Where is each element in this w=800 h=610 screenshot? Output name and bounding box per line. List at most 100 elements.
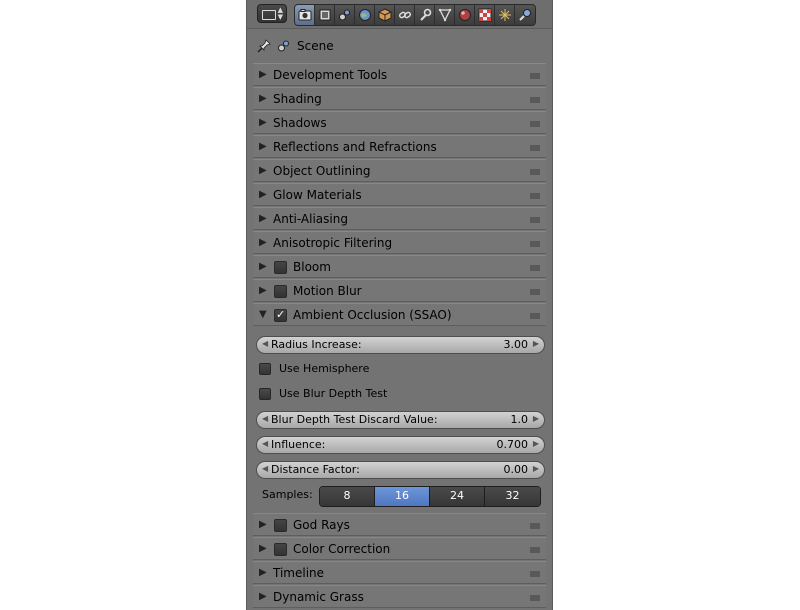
- panel-bloom[interactable]: ▶ Bloom: [253, 255, 546, 278]
- constraints-icon: [398, 11, 411, 19]
- ssao-enable-checkbox[interactable]: ✓: [274, 308, 287, 322]
- use-blur-depth-test-checkbox[interactable]: [259, 388, 271, 400]
- expand-arrow-icon: ▶: [259, 69, 267, 80]
- drag-handle-icon[interactable]: [530, 289, 540, 295]
- object-icon: [378, 8, 391, 22]
- drag-handle-icon[interactable]: [530, 547, 540, 553]
- data-icon: [438, 8, 451, 22]
- use-hemisphere-checkbox[interactable]: [259, 363, 271, 375]
- panel-reflections-refractions[interactable]: ▶ Reflections and Refractions: [253, 135, 546, 158]
- tab-data[interactable]: [435, 5, 455, 25]
- panel-label: Reflections and Refractions: [273, 140, 437, 154]
- panel-label: Bloom: [293, 260, 331, 274]
- editor-type-button[interactable]: ▲ ▼: [257, 4, 287, 23]
- increment-arrow-icon[interactable]: ▶: [533, 339, 539, 348]
- tab-render[interactable]: [295, 5, 315, 25]
- expand-arrow-icon: ▶: [259, 285, 267, 296]
- drag-handle-icon[interactable]: [530, 169, 540, 175]
- pin-icon[interactable]: [257, 39, 271, 53]
- panel-shading[interactable]: ▶ Shading: [253, 87, 546, 110]
- panel-glow-materials[interactable]: ▶ Glow Materials: [253, 183, 546, 206]
- drag-handle-icon[interactable]: [530, 97, 540, 103]
- samples-option-16[interactable]: 16: [375, 487, 430, 506]
- decrement-arrow-icon[interactable]: ◀: [262, 439, 268, 448]
- panel-label: Shading: [273, 92, 322, 106]
- drag-handle-icon[interactable]: [530, 217, 540, 223]
- drag-handle-icon[interactable]: [530, 595, 540, 601]
- increment-arrow-icon[interactable]: ▶: [533, 414, 539, 423]
- panel-label: Timeline: [273, 566, 325, 580]
- tab-constraints[interactable]: [395, 5, 415, 25]
- drag-handle-icon[interactable]: [530, 121, 540, 127]
- panel-label: Anisotropic Filtering: [273, 236, 393, 250]
- context-path: Scene: [257, 36, 334, 56]
- panel-timeline[interactable]: ▶ Timeline: [253, 561, 546, 584]
- drag-handle-icon[interactable]: [530, 73, 540, 79]
- tab-material[interactable]: [455, 5, 475, 25]
- tab-render-layers[interactable]: [315, 5, 335, 25]
- option-label: Use Hemisphere: [279, 362, 370, 375]
- decrement-arrow-icon[interactable]: ◀: [262, 414, 268, 423]
- panel-object-outlining[interactable]: ▶ Object Outlining: [253, 159, 546, 182]
- increment-arrow-icon[interactable]: ▶: [533, 439, 539, 448]
- panel-label: Anti-Aliasing: [273, 212, 348, 226]
- particles-icon: [498, 9, 511, 21]
- color-correction-enable-checkbox[interactable]: [274, 543, 287, 556]
- panel-god-rays[interactable]: ▶ God Rays: [253, 513, 546, 536]
- properties-panel: ▲ ▼ Scene ▶ Development Tools ▶ Shading …: [246, 0, 553, 610]
- collapse-arrow-icon: ▼: [259, 309, 267, 320]
- context-scene-label: Scene: [297, 39, 334, 53]
- decrement-arrow-icon[interactable]: ◀: [262, 339, 268, 348]
- samples-label: Samples:: [262, 488, 313, 501]
- panel-label: God Rays: [293, 518, 350, 532]
- radius-increase-field[interactable]: ◀ Radius Increase: 3.00 ▶: [256, 336, 545, 354]
- field-value: 0.700: [496, 438, 529, 451]
- tab-physics[interactable]: [515, 5, 535, 25]
- physics-icon: [519, 9, 531, 21]
- expand-arrow-icon: ▶: [259, 567, 267, 578]
- field-label: Influence:: [271, 438, 326, 451]
- drag-handle-icon[interactable]: [530, 571, 540, 577]
- panel-dynamic-grass[interactable]: ▶ Dynamic Grass: [253, 585, 546, 608]
- panel-ambient-occlusion[interactable]: ▼ ✓ Ambient Occlusion (SSAO): [253, 303, 546, 326]
- decrement-arrow-icon[interactable]: ◀: [262, 464, 268, 473]
- checkmark-icon: ✓: [276, 308, 286, 321]
- panel-anisotropic-filtering[interactable]: ▶ Anisotropic Filtering: [253, 231, 546, 254]
- tab-object[interactable]: [375, 5, 395, 25]
- field-label: Blur Depth Test Discard Value:: [271, 413, 438, 426]
- panel-development-tools[interactable]: ▶ Development Tools: [253, 63, 546, 86]
- influence-field[interactable]: ◀ Influence: 0.700 ▶: [256, 436, 545, 454]
- panel-motion-blur[interactable]: ▶ Motion Blur: [253, 279, 546, 302]
- tab-texture[interactable]: [475, 5, 495, 25]
- expand-arrow-icon: ▶: [259, 261, 267, 272]
- god-rays-enable-checkbox[interactable]: [274, 519, 287, 532]
- render-icon: [298, 9, 311, 21]
- tab-modifiers[interactable]: [415, 5, 435, 25]
- tab-world[interactable]: [355, 5, 375, 25]
- drag-handle-icon[interactable]: [530, 313, 540, 319]
- motion-blur-enable-checkbox[interactable]: [274, 285, 287, 298]
- bloom-enable-checkbox[interactable]: [274, 261, 287, 274]
- increment-arrow-icon[interactable]: ▶: [533, 464, 539, 473]
- tab-particles[interactable]: [495, 5, 515, 25]
- panel-color-correction[interactable]: ▶ Color Correction: [253, 537, 546, 560]
- panel-anti-aliasing[interactable]: ▶ Anti-Aliasing: [253, 207, 546, 230]
- expand-arrow-icon: ▶: [259, 141, 267, 152]
- panel-label: Dynamic Grass: [273, 590, 364, 604]
- drag-handle-icon[interactable]: [530, 145, 540, 151]
- samples-option-24[interactable]: 24: [430, 487, 485, 506]
- drag-handle-icon[interactable]: [530, 241, 540, 247]
- blur-depth-discard-field[interactable]: ◀ Blur Depth Test Discard Value: 1.0 ▶: [256, 411, 545, 429]
- panel-shadows[interactable]: ▶ Shadows: [253, 111, 546, 134]
- distance-factor-field[interactable]: ◀ Distance Factor: 0.00 ▶: [256, 461, 545, 479]
- drag-handle-icon[interactable]: [530, 193, 540, 199]
- expand-arrow-icon: ▶: [259, 591, 267, 602]
- drag-handle-icon[interactable]: [530, 523, 540, 529]
- samples-option-32[interactable]: 32: [485, 487, 540, 506]
- drag-handle-icon[interactable]: [530, 265, 540, 271]
- material-icon: [458, 9, 471, 21]
- expand-arrow-icon: ▶: [259, 189, 267, 200]
- field-label: Radius Increase:: [271, 338, 362, 351]
- tab-scene[interactable]: [335, 5, 355, 25]
- samples-option-8[interactable]: 8: [320, 487, 375, 506]
